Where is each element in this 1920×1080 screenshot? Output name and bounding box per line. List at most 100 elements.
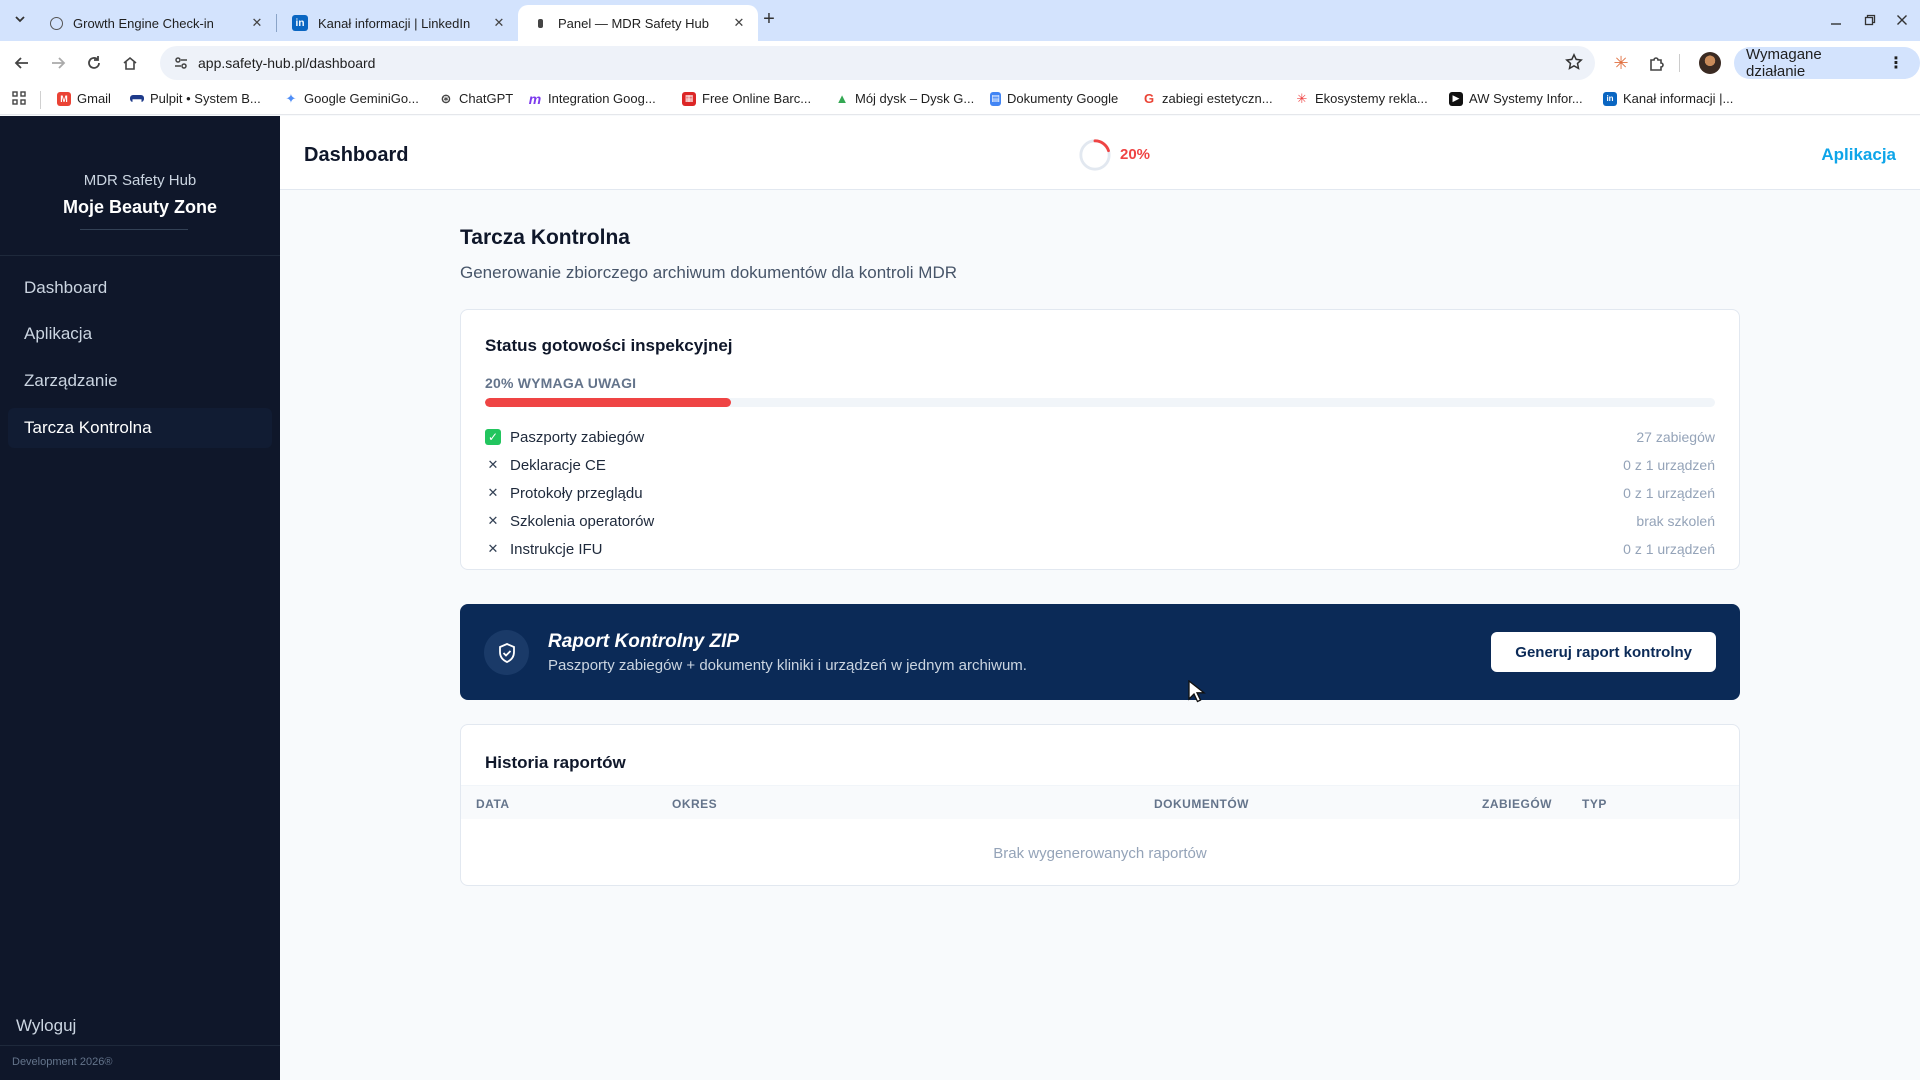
column-header-data: DATA [476,797,510,811]
reload-icon[interactable] [82,51,106,75]
bookmark-label: Pulpit • System B... [150,91,261,106]
bookmark-item[interactable]: M Gmail [57,91,111,106]
chatgpt-icon: ⊛ [440,90,452,106]
history-empty-state: Brak wygenerowanych raportów [993,845,1207,862]
home-icon[interactable] [118,51,142,75]
browser-tab-active[interactable]: Panel — MDR Safety Hub ✕ [518,5,758,41]
bookmark-item[interactable]: in Kanał informacji |... [1603,91,1733,106]
page-title: Dashboard [304,144,409,166]
close-tab-icon[interactable]: ✕ [730,14,748,32]
chevron-down-icon [15,16,25,23]
generate-report-button[interactable]: Generuj raport kontrolny [1491,632,1716,672]
bookmarks-bar: M Gmail ▬ Pulpit • System B... ✦ Google Gem… [0,85,1920,115]
action-required-button[interactable]: Wymagane działanie ⋮ [1734,46,1920,80]
close-tab-icon[interactable]: ✕ [490,14,508,32]
bookmark-item[interactable]: Gzabiegi estetyczn... [1142,91,1273,106]
checklist-item: ✕ Instrukcje IFU 0 z 1 urządzeń [485,539,1715,559]
url-text: app.safety-hub.pl/dashboard [198,55,376,71]
bookmark-label: Mój dysk – Dysk G... [855,91,975,106]
ecosystem-icon: ✳ [1296,90,1308,106]
inspection-status-card: Status gotowości inspekcyjnej 20% WYMAGA… [460,309,1740,570]
checklist-value: brak szkoleń [1636,513,1715,529]
checklist-value: 0 z 1 urządzeń [1623,485,1715,501]
sidebar-item-label: Tarcza Kontrolna [24,418,152,437]
more-vertical-icon: ⋮ [1888,55,1904,72]
bookmark-item[interactable]: ✳ Ekosystemy rekla... [1295,90,1428,107]
bookmark-item[interactable]: ▲ Mój dysk – Dysk G... [835,91,975,106]
readiness-progress-fill [485,398,731,407]
bookmark-item[interactable]: ✦ Google GeminiGo... [284,91,419,107]
checkmark-icon: ✓ [485,429,501,445]
sidebar-footer: Development 2026® [12,1056,113,1068]
tab-search-button[interactable] [8,7,32,31]
bookmark-item[interactable]: ▬ Pulpit • System B... [130,91,261,106]
bookmark-label: Kanał informacji |... [1623,91,1734,106]
bookmark-item[interactable]: ▶ AW Systemy Infor... [1449,91,1583,106]
bookmark-item[interactable]: ▤ Dokumenty Google [990,91,1118,106]
sidebar-item-tarcza-kontrolna[interactable]: Tarcza Kontrolna [8,408,272,448]
bookmarks-divider [40,91,41,109]
browser-tab-strip: Growth Engine Check-in ✕ in Kanał inform… [0,0,1920,41]
browser-tab[interactable]: in Kanał informacji | LinkedIn ✕ [278,5,518,41]
zip-report-banner: Raport Kontrolny ZIP Paszporty zabiegów … [460,604,1740,700]
tab-separator [276,14,277,32]
bookmark-label: Integration Goog... [548,91,656,106]
sidebar-item-dashboard[interactable]: Dashboard [8,268,272,308]
sidebar-item-label: Aplikacja [24,324,93,343]
checklist-value: 0 z 1 urządzeń [1623,457,1715,473]
browser-tab[interactable]: Growth Engine Check-in ✕ [36,5,276,41]
readiness-progress-bar [485,398,1715,407]
app-sidebar: MDR Safety Hub Moje Beauty Zone Dashboar… [0,116,280,1080]
section-subtitle: Generowanie zbiorczego archiwum dokument… [460,263,958,282]
checklist-label: Deklaracje CE [510,456,606,474]
cross-icon: ✕ [487,513,499,528]
status-title: Status gotowości inspekcyjnej [485,336,733,355]
address-bar[interactable]: app.safety-hub.pl/dashboard [160,46,1595,80]
bookmark-item[interactable]: ▦ Free Online Barc... [682,91,811,106]
bookmark-label: Dokumenty Google [1007,91,1119,106]
barcode-icon: ▦ [682,91,696,106]
restore-icon[interactable] [1856,8,1884,32]
apps-grid-icon[interactable] [12,91,26,105]
aw-systems-icon: ▶ [1449,91,1463,106]
bookmark-item[interactable]: m Integration Goog... [528,91,656,107]
bookmark-label: Gmail [77,91,111,106]
cross-icon: ✕ [487,541,499,556]
app-name: MDR Safety Hub [83,172,197,189]
cross-icon: ✕ [487,485,499,500]
close-window-icon[interactable] [1888,8,1916,32]
column-header-typ: TYP [1582,797,1607,811]
readiness-label: 20% WYMAGA UWAGI [485,375,637,391]
progress-ring [1079,139,1111,171]
bookmark-star-icon[interactable] [1565,53,1583,76]
checklist-label: Protokoły przeglądu [510,484,643,502]
profile-avatar[interactable] [1699,52,1721,74]
close-tab-icon[interactable]: ✕ [248,14,266,32]
shield-check-icon [484,630,529,675]
bookmark-label: Google GeminiGo... [304,91,419,106]
browser-toolbar: app.safety-hub.pl/dashboard ✳ [0,41,1920,85]
bookmark-label: Ekosystemy rekla... [1315,91,1428,106]
sidebar-item-zarzadzanie[interactable]: Zarządzanie [8,361,272,401]
bookmark-label: zabiegi estetyczn... [1162,91,1273,106]
mouse-cursor-icon [1188,680,1206,703]
bookmark-item[interactable]: ⊛ ChatGPT [439,90,514,107]
column-header-dokumentow: DOKUMENTÓW [1154,797,1249,811]
extension-burst-icon[interactable]: ✳ [1609,51,1633,75]
checklist-label: Instrukcje IFU [510,540,603,558]
history-table-header: DATA OKRES DOKUMENTÓW ZABIEGÓW TYP [461,785,1739,819]
back-arrow-icon[interactable] [10,51,34,75]
minimize-icon[interactable] [1822,8,1850,32]
logout-button[interactable]: Wyloguj [16,1016,76,1036]
extensions-puzzle-icon[interactable] [1645,51,1669,75]
sidebar-item-aplikacja[interactable]: Aplikacja [8,314,272,354]
brand-divider [80,229,188,230]
new-tab-button[interactable]: + [758,8,780,30]
forward-arrow-icon[interactable] [46,51,70,75]
site-settings-icon[interactable] [166,55,196,71]
gmail-icon: M [57,91,71,106]
action-required-label: Wymagane działanie [1746,46,1822,80]
linkedin-icon: in [1603,91,1617,106]
app-link[interactable]: Aplikacja [1821,145,1896,165]
bookmark-label: ChatGPT [459,91,514,106]
